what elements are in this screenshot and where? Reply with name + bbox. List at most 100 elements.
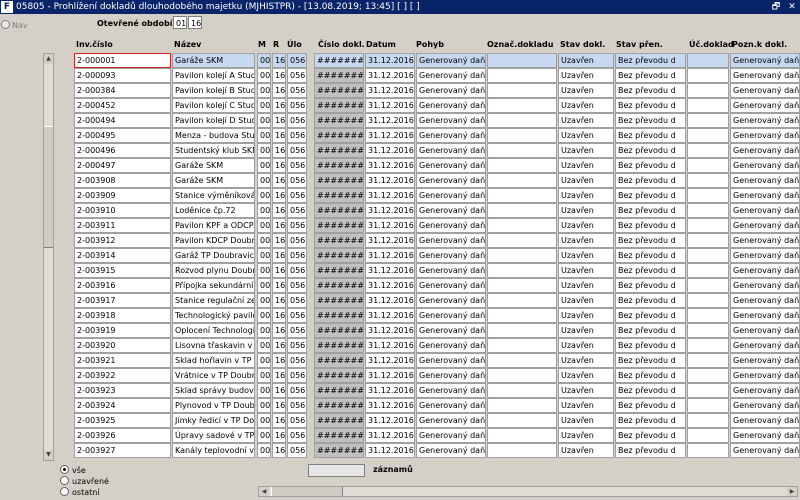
accounting-doc-cell[interactable] xyxy=(687,68,729,83)
doc-status-cell[interactable]: Uzavřen xyxy=(558,443,614,458)
doc-number-cell[interactable]: ########## xyxy=(314,263,364,278)
task-cell[interactable]: 056 xyxy=(287,248,307,263)
transfer-status-cell[interactable]: Bez převodu d xyxy=(615,203,686,218)
task-cell[interactable]: 056 xyxy=(287,323,307,338)
task-cell[interactable]: 056 xyxy=(287,143,307,158)
task-cell[interactable]: 056 xyxy=(287,278,307,293)
movement-cell[interactable]: Generovaný daňov xyxy=(416,413,486,428)
doc-note-cell[interactable]: Generovaný daň xyxy=(730,53,800,68)
task-cell[interactable]: 056 xyxy=(287,68,307,83)
doc-label-cell[interactable] xyxy=(487,263,557,278)
doc-label-cell[interactable] xyxy=(487,443,557,458)
transfer-status-cell[interactable]: Bez převodu d xyxy=(615,233,686,248)
table-row[interactable]: 2-003908Garáže SKM0016056 ##########31.12… xyxy=(0,173,800,188)
transfer-status-cell[interactable]: Bez převodu d xyxy=(615,368,686,383)
task-cell[interactable]: 056 xyxy=(287,98,307,113)
nav-toggle[interactable]: Nav xyxy=(1,20,37,32)
name-cell[interactable]: Pavilon kolejí B Stude xyxy=(172,83,255,98)
doc-number-cell[interactable]: ########## xyxy=(314,398,364,413)
year-cell[interactable]: 16 xyxy=(272,143,286,158)
accounting-doc-cell[interactable] xyxy=(687,413,729,428)
inv-number-cell[interactable]: 2-003925 xyxy=(74,413,171,428)
date-cell[interactable]: 31.12.2016 2 xyxy=(365,398,415,413)
task-cell[interactable]: 056 xyxy=(287,233,307,248)
col-header-ulo[interactable]: Úlo xyxy=(287,40,302,49)
date-cell[interactable]: 31.12.2016 2 xyxy=(365,218,415,233)
movement-cell[interactable]: Generovaný daňov xyxy=(416,353,486,368)
month-cell[interactable]: 00 xyxy=(257,308,271,323)
month-cell[interactable]: 00 xyxy=(257,293,271,308)
doc-note-cell[interactable]: Generovaný daň xyxy=(730,368,800,383)
movement-cell[interactable]: Generovaný daňov xyxy=(416,158,486,173)
task-cell[interactable]: 056 xyxy=(287,338,307,353)
date-cell[interactable]: 31.12.2016 2 xyxy=(365,53,415,68)
movement-cell[interactable]: Generovaný daňov xyxy=(416,143,486,158)
transfer-status-cell[interactable]: Bez převodu d xyxy=(615,413,686,428)
table-row[interactable]: 2-000093 Pavilon kolejí A Stude 00 16 056 ###… xyxy=(0,68,800,83)
year-cell[interactable]: 16 xyxy=(272,398,286,413)
doc-note-cell[interactable]: Generovaný daň xyxy=(730,413,800,428)
table-row[interactable]: 2-003919 Oplocení Technologic 00 16 056 #####… xyxy=(0,323,800,338)
inv-number-cell[interactable]: 2-000494 xyxy=(74,113,171,128)
name-cell[interactable]: Garáže SKM xyxy=(172,173,255,188)
name-cell[interactable]: Menza - budova Stud xyxy=(172,128,255,143)
accounting-doc-cell[interactable] xyxy=(687,248,729,263)
movement-cell[interactable]: Generovaný daňov xyxy=(416,53,486,68)
doc-label-cell[interactable] xyxy=(487,128,557,143)
accounting-doc-cell[interactable] xyxy=(687,323,729,338)
task-cell[interactable]: 056 xyxy=(287,173,307,188)
doc-label-cell[interactable] xyxy=(487,113,557,128)
movement-cell[interactable]: Generovaný daňov xyxy=(416,278,486,293)
doc-note-cell[interactable]: Generovaný daň xyxy=(730,443,800,458)
transfer-status-cell[interactable]: Bez převodu d xyxy=(615,248,686,263)
doc-status-cell[interactable]: Uzavřen xyxy=(558,158,614,173)
doc-status-cell[interactable]: Uzavřen xyxy=(558,203,614,218)
doc-number-cell[interactable]: ########## xyxy=(314,83,364,98)
doc-label-cell[interactable] xyxy=(487,248,557,263)
col-header-r[interactable]: R xyxy=(273,40,279,49)
inv-number-cell[interactable]: 2-003910 xyxy=(74,203,171,218)
doc-status-cell[interactable]: Uzavřen xyxy=(558,398,614,413)
name-cell[interactable]: Pavilon KDCP Doubra xyxy=(172,233,255,248)
doc-note-cell[interactable]: Generovaný daň xyxy=(730,308,800,323)
year-cell[interactable]: 16 xyxy=(272,158,286,173)
inv-number-cell[interactable]: 2-000497 xyxy=(74,158,171,173)
accounting-doc-cell[interactable] xyxy=(687,158,729,173)
doc-status-cell[interactable]: Uzavřen xyxy=(558,323,614,338)
doc-note-cell[interactable]: Generovaný daň xyxy=(730,218,800,233)
name-cell[interactable]: Rozvod plynu Doubra xyxy=(172,263,255,278)
period-year-field[interactable]: 16 xyxy=(188,16,202,29)
doc-number-cell[interactable]: ########## xyxy=(314,353,364,368)
date-cell[interactable]: 31.12.2016 2 xyxy=(365,158,415,173)
month-cell[interactable]: 00 xyxy=(257,173,271,188)
doc-label-cell[interactable] xyxy=(487,323,557,338)
month-cell[interactable]: 00 xyxy=(257,158,271,173)
inv-number-cell[interactable]: 2-003926 xyxy=(74,428,171,443)
accounting-doc-cell[interactable] xyxy=(687,233,729,248)
table-row[interactable]: 2-003927 Kanály teplovodní v T 00 16 056 ####… xyxy=(0,443,800,458)
task-cell[interactable]: 056 xyxy=(287,368,307,383)
inv-number-cell[interactable]: 2-003915 xyxy=(74,263,171,278)
name-cell[interactable]: Pavilon KPF a ODCP xyxy=(172,218,255,233)
accounting-doc-cell[interactable] xyxy=(687,338,729,353)
month-cell[interactable]: 00 xyxy=(257,443,271,458)
doc-note-cell[interactable]: Generovaný daň xyxy=(730,383,800,398)
doc-number-cell[interactable]: ########## xyxy=(314,323,364,338)
movement-cell[interactable]: Generovaný daňov xyxy=(416,443,486,458)
date-cell[interactable]: 31.12.2016 2 xyxy=(365,83,415,98)
table-row[interactable]: 2-003924 Plynovod v TP Doubr 00 16 056 ######… xyxy=(0,398,800,413)
doc-status-cell[interactable]: Uzavřen xyxy=(558,428,614,443)
doc-label-cell[interactable] xyxy=(487,293,557,308)
inv-number-cell[interactable]: 2-003912 xyxy=(74,233,171,248)
inv-number-cell[interactable]: 2-003917 xyxy=(74,293,171,308)
accounting-doc-cell[interactable] xyxy=(687,173,729,188)
month-cell[interactable]: 00 xyxy=(257,113,271,128)
movement-cell[interactable]: Generovaný daňov xyxy=(416,128,486,143)
year-cell[interactable]: 16 xyxy=(272,443,286,458)
filter-option-closed[interactable]: uzavřené xyxy=(60,476,109,487)
doc-status-cell[interactable]: Uzavřen xyxy=(558,218,614,233)
task-cell[interactable]: 056 xyxy=(287,158,307,173)
accounting-doc-cell[interactable] xyxy=(687,383,729,398)
month-cell[interactable]: 00 xyxy=(257,233,271,248)
table-row[interactable]: 2-003911 Pavilon KPF a ODCP 00 16 056 #######… xyxy=(0,218,800,233)
